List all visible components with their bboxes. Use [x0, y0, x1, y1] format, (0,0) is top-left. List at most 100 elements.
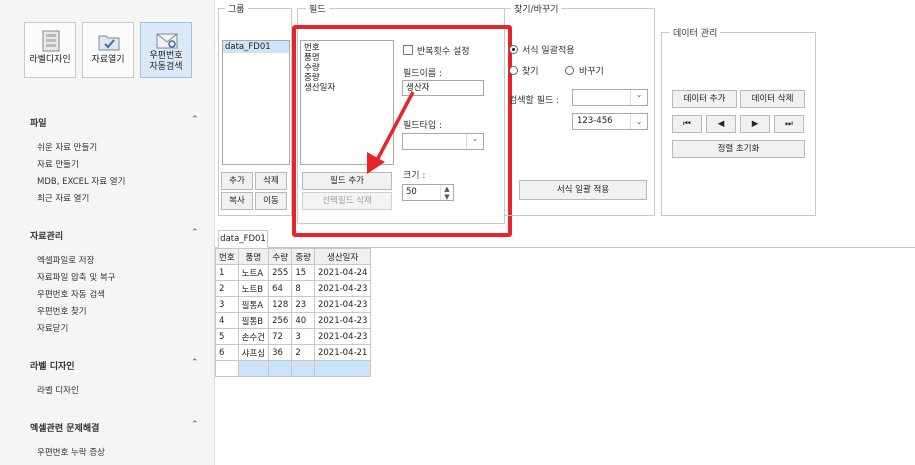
sidebar-item-recent[interactable]: 최근 자료 열기: [37, 192, 89, 204]
prev-record-icon[interactable]: ◀: [706, 115, 736, 133]
table-cell[interactable]: 15: [291, 264, 315, 281]
chevron-down-icon[interactable]: ⌄: [630, 114, 647, 129]
sidebar-item-zip-missing[interactable]: 우편번호 누락 증상: [37, 446, 105, 458]
next-record-icon[interactable]: ▶: [740, 115, 770, 133]
table-cell[interactable]: [215, 360, 239, 377]
tab-data-fd01[interactable]: data_FD01: [218, 230, 268, 248]
table-header-row: 번호 품명 수량 중량 생산일자: [215, 248, 372, 265]
replace-radio[interactable]: [565, 66, 574, 75]
find-replace-legend: 찾기/바꾸기: [511, 2, 562, 15]
column-header[interactable]: 품명: [237, 248, 270, 265]
zip-search-label: 우편번호 자동검색: [149, 51, 183, 72]
table-cell[interactable]: [237, 360, 270, 377]
table-cell[interactable]: 5: [215, 328, 239, 345]
chevron-down-icon[interactable]: ⌄: [630, 90, 647, 105]
table-cell[interactable]: 128: [268, 296, 293, 313]
format-apply-button[interactable]: 서식 일괄 적용: [519, 180, 647, 200]
table-cell[interactable]: 64: [268, 280, 293, 297]
sidebar-item-label-design[interactable]: 라벨 디자인: [37, 384, 79, 396]
table-row[interactable]: 1 노트A 255 15 2021-04-24: [215, 264, 372, 281]
chevron-up-icon[interactable]: ⌃: [191, 228, 199, 238]
table-cell[interactable]: 2021-04-23: [313, 280, 372, 297]
column-header[interactable]: 수량: [268, 248, 293, 265]
zip-search-button[interactable]: 우편번호 자동검색: [140, 22, 192, 78]
open-data-button[interactable]: 자료열기: [82, 22, 134, 78]
table-new-row[interactable]: [215, 360, 372, 377]
label-design-button[interactable]: 라벨디자인: [24, 22, 76, 78]
table-cell[interactable]: 3: [291, 328, 315, 345]
find-radio[interactable]: [509, 66, 518, 75]
table-cell[interactable]: 필통A: [237, 296, 270, 313]
list-item[interactable]: data_FD01: [223, 41, 289, 53]
field-legend: 필드: [306, 2, 329, 15]
search-field-label: 검색할 필드 :: [509, 96, 560, 106]
table-cell[interactable]: 2021-04-23: [313, 296, 372, 313]
table-cell[interactable]: 8: [291, 280, 315, 297]
table-cell[interactable]: 72: [268, 328, 293, 345]
sidebar-section-label-design[interactable]: 라벨 디자인: [30, 359, 75, 372]
table-cell[interactable]: 40: [291, 312, 315, 329]
group-listbox[interactable]: data_FD01: [222, 40, 290, 165]
table-row[interactable]: 5 손수건 72 3 2021-04-23: [215, 328, 372, 345]
table-cell[interactable]: 2: [291, 344, 315, 361]
chevron-up-icon[interactable]: ⌃: [191, 420, 199, 430]
table-cell[interactable]: 샤프심: [237, 344, 270, 361]
table-cell[interactable]: 3: [215, 296, 239, 313]
table-cell[interactable]: 2021-04-23: [313, 328, 372, 345]
sidebar-item-open-mdb-excel[interactable]: MDB, EXCEL 자료 열기: [37, 175, 125, 187]
mail-search-icon: [156, 33, 178, 49]
sidebar-item-create[interactable]: 자료 만들기: [37, 158, 79, 170]
search-field-select[interactable]: ⌄: [572, 89, 648, 106]
folder-check-icon: [98, 35, 120, 51]
table-cell[interactable]: [291, 360, 315, 377]
sidebar-item-easy-create[interactable]: 쉬운 자료 만들기: [37, 141, 97, 153]
table-row[interactable]: 2 노트B 64 8 2021-04-23: [215, 280, 372, 297]
table-cell[interactable]: 필통B: [237, 312, 270, 329]
table-cell[interactable]: 2021-04-23: [313, 312, 372, 329]
group-delete-button[interactable]: 삭제: [255, 172, 287, 190]
left-panel: 라벨디자인 자료열기 우편번호 자동검색 파일 ⌃ 쉬운 자료 만들기 자료 만…: [0, 0, 215, 465]
format-apply-radio[interactable]: [509, 45, 518, 54]
table-cell[interactable]: 4: [215, 312, 239, 329]
table-cell[interactable]: [313, 360, 372, 377]
table-cell[interactable]: 256: [268, 312, 293, 329]
sidebar-item-save-excel[interactable]: 엑셀파일로 저장: [37, 254, 94, 266]
column-header[interactable]: 중량: [291, 248, 315, 265]
column-header[interactable]: 번호: [215, 248, 239, 265]
table-cell[interactable]: 2021-04-24: [313, 264, 372, 281]
sidebar-item-zip-find[interactable]: 우편번호 찾기: [37, 305, 87, 317]
format-select[interactable]: 123-456 ⌄: [572, 113, 648, 130]
table-cell[interactable]: 36: [268, 344, 293, 361]
table-row[interactable]: 3 필통A 128 23 2021-04-23: [215, 296, 372, 313]
data-delete-button[interactable]: 데이터 삭제: [740, 90, 805, 108]
group-copy-button[interactable]: 복사: [221, 192, 253, 210]
table-cell[interactable]: 1: [215, 264, 239, 281]
table-cell[interactable]: 손수건: [237, 328, 270, 345]
table-cell[interactable]: 노트B: [237, 280, 270, 297]
sidebar-section-data-mgmt[interactable]: 자료관리: [30, 229, 63, 242]
table-cell[interactable]: 255: [268, 264, 293, 281]
first-record-icon[interactable]: ⏮: [672, 115, 702, 133]
column-header[interactable]: 생산일자: [313, 248, 372, 265]
table-cell[interactable]: 2021-04-21: [313, 344, 372, 361]
sidebar-section-excel-issues[interactable]: 엑셀관련 문제해결: [30, 421, 99, 434]
table-cell[interactable]: [268, 360, 293, 377]
table-cell[interactable]: 노트A: [237, 264, 270, 281]
table-row[interactable]: 4 필통B 256 40 2021-04-23: [215, 312, 372, 329]
format-apply-label: 서식 일괄적용: [522, 46, 575, 56]
sidebar-item-compress-repair[interactable]: 자료파일 압축 및 복구: [37, 271, 116, 283]
group-move-button[interactable]: 이동: [255, 192, 287, 210]
sidebar-section-file[interactable]: 파일: [30, 116, 47, 129]
table-cell[interactable]: 2: [215, 280, 239, 297]
chevron-up-icon[interactable]: ⌃: [191, 115, 199, 125]
data-add-button[interactable]: 데이터 추가: [672, 90, 737, 108]
table-row[interactable]: 6 샤프심 36 2 2021-04-21: [215, 344, 372, 361]
reset-sort-button[interactable]: 정렬 초기화: [672, 140, 805, 158]
sidebar-item-zip-auto-search[interactable]: 우편번호 자동 검색: [37, 288, 105, 300]
last-record-icon[interactable]: ⏭: [774, 115, 804, 133]
sidebar-item-close-data[interactable]: 자료닫기: [37, 322, 68, 334]
table-cell[interactable]: 23: [291, 296, 315, 313]
chevron-up-icon[interactable]: ⌃: [191, 358, 199, 368]
table-cell[interactable]: 6: [215, 344, 239, 361]
group-add-button[interactable]: 추가: [221, 172, 253, 190]
